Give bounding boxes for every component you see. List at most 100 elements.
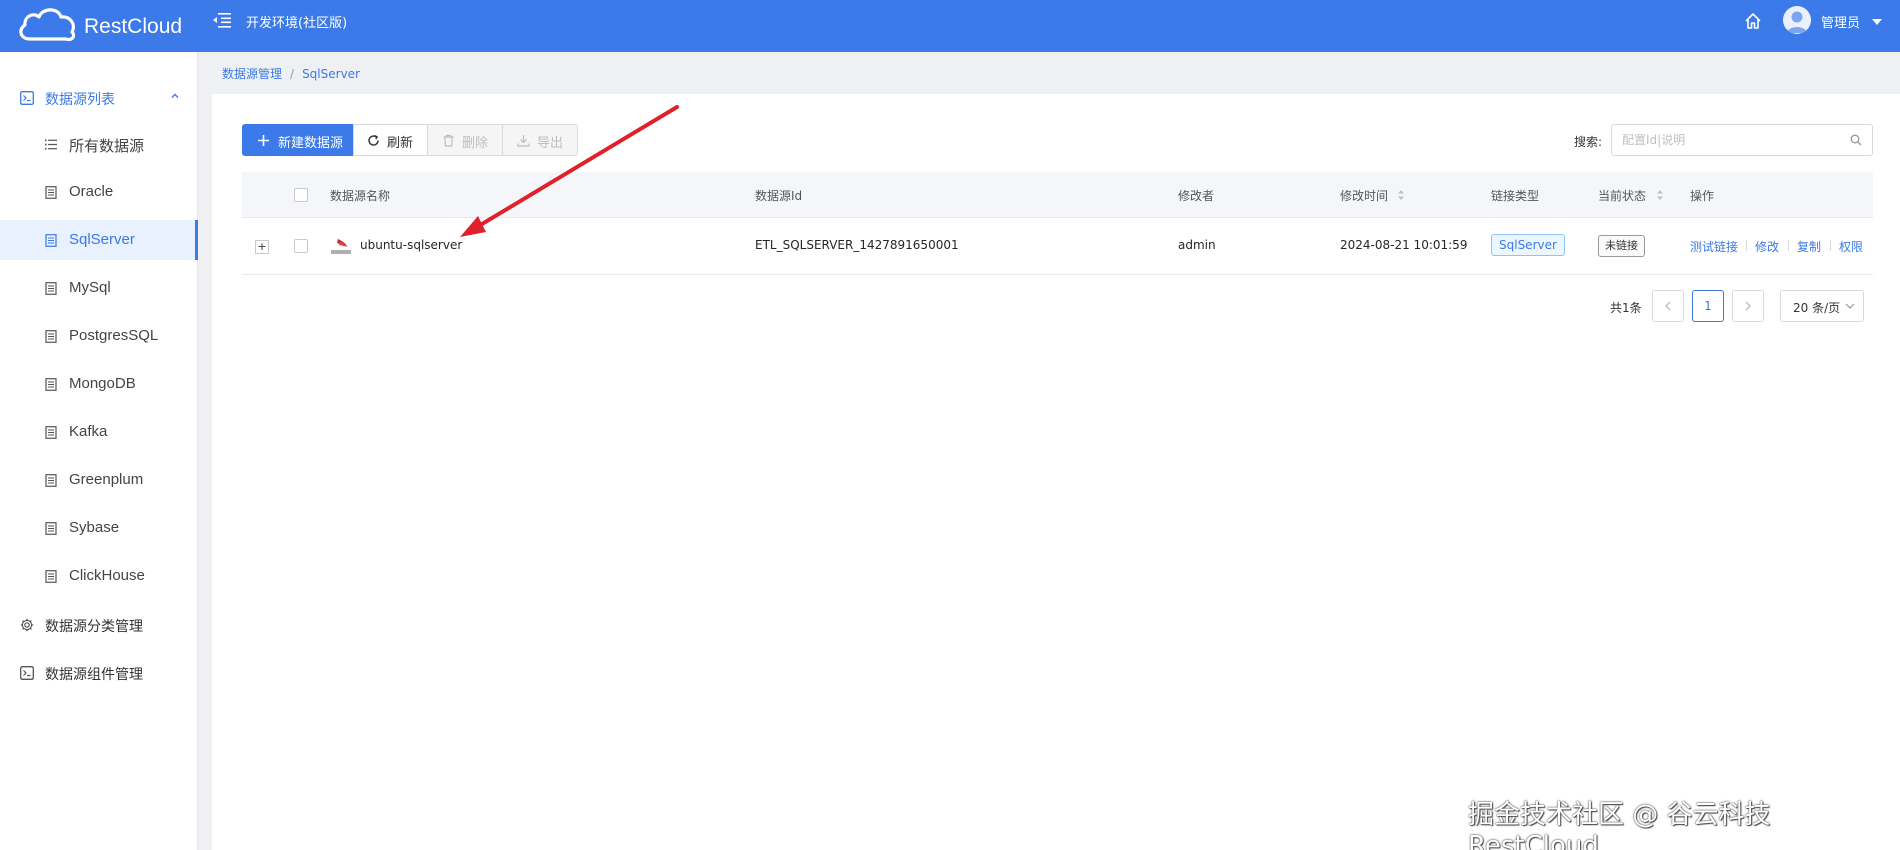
modifier: admin [1178,238,1216,252]
sort-icon[interactable] [1656,188,1664,202]
sidebar-group-label: 数据源组件管理 [45,667,143,683]
column-header-actions: 操作 [1690,189,1715,203]
sidebar-item-kafka[interactable]: Kafka [0,412,198,452]
sidebar-group-datasource-list[interactable]: 数据源列表 [0,77,198,117]
page-size-select[interactable]: 20 条/页 [1780,290,1864,322]
home-icon[interactable] [1743,11,1763,31]
sidebar-item-oracle[interactable]: Oracle [0,172,198,212]
search-box[interactable] [1611,124,1873,156]
sidebar-item-label: PostgresSQL [69,327,159,344]
status-badge: 未链接 [1598,235,1645,257]
gear-icon [20,618,34,632]
doc-icon [45,426,57,439]
next-page-button[interactable] [1732,290,1764,322]
sidebar-item-label: 所有数据源 [69,138,145,155]
prev-page-button[interactable] [1652,290,1684,322]
export-label: 导出 [537,136,564,151]
breadcrumb-separator: / [290,67,295,81]
app-logo[interactable]: RestCloud [16,3,196,47]
sidebar-group-label: 数据源列表 [45,92,115,108]
download-icon [517,135,530,147]
new-datasource-label: 新建数据源 [278,136,344,151]
app-name: RestCloud [84,15,183,38]
column-header-modifier: 修改者 [1178,189,1215,203]
refresh-label: 刷新 [387,136,414,151]
search-input[interactable] [1622,131,1842,149]
doc-icon [45,474,57,487]
doc-icon [45,282,57,295]
column-header-id: 数据源Id [755,189,803,203]
watermark-text: 掘金技术社区 @ 谷云科技RestCloud [1468,800,1771,850]
sidebar-item-label: SqlServer [69,231,135,248]
sidebar-item-clickhouse[interactable]: ClickHouse [0,556,198,596]
sidebar-item-sybase[interactable]: Sybase [0,508,198,548]
caret-down-icon[interactable] [1872,19,1882,25]
expand-row-button[interactable]: + [255,240,269,254]
column-header-link-type: 链接类型 [1491,189,1540,203]
sidebar-item-mysql[interactable]: MySql [0,268,198,308]
sidebar-item-sqlserver[interactable]: SqlServer [0,220,198,260]
datasource-name[interactable]: ubuntu-sqlserver [360,238,462,252]
refresh-icon [368,134,379,146]
delete-button[interactable]: 删除 [427,124,503,156]
sidebar-item-label: Oracle [69,183,114,200]
export-button[interactable]: 导出 [502,124,578,156]
column-header-modified-time[interactable]: 修改时间 [1340,187,1388,204]
chevron-up-icon [171,93,179,98]
breadcrumb: 数据源管理 / SqlServer [222,65,360,82]
doc-icon [45,570,57,583]
doc-icon [45,186,57,199]
action-divider [1746,240,1747,251]
top-bar: RestCloud 开发环境(社区版) 管理员 [0,0,1900,52]
sidebar-item-mongodb[interactable]: MongoDB [0,364,198,404]
test-connection-link[interactable]: 测试链接 [1690,238,1738,255]
refresh-button[interactable]: 刷新 [353,124,428,156]
sidebar-item-postgressql[interactable]: PostgresSQL [0,316,198,356]
breadcrumb-current[interactable]: SqlServer [302,67,360,81]
sidebar-item-label: Kafka [69,423,108,440]
select-all-checkbox[interactable] [294,188,308,202]
chevron-left-icon [1665,301,1671,311]
content-card: 新建数据源 刷新 删除 导出 搜索: 数据源名称 数据源Id 修改者 修改时间 … [212,94,1900,850]
list-icon [45,139,57,150]
plus-icon [258,135,269,146]
row-checkbox[interactable] [294,239,308,253]
search-icon[interactable] [1850,134,1862,146]
avatar[interactable] [1783,6,1811,34]
page-number-button[interactable]: 1 [1692,290,1724,322]
copy-link[interactable]: 复制 [1797,238,1821,255]
user-avatar-icon [1787,11,1807,33]
environment-title[interactable]: 开发环境(社区版) [246,12,347,31]
link-type-badge: SqlServer [1491,234,1565,256]
terminal-icon [20,91,34,105]
modified-time: 2024-08-21 10:01:59 [1340,238,1468,252]
doc-icon [45,234,57,247]
sidebar-item-label: ClickHouse [69,567,145,584]
sidebar-group-component-management[interactable]: 数据源组件管理 [0,652,198,692]
delete-label: 删除 [462,136,489,151]
sidebar-group-category-management[interactable]: 数据源分类管理 [0,604,198,644]
new-datasource-button[interactable]: 新建数据源 [242,124,354,156]
terminal-icon [20,666,34,680]
sidebar-item-greenplum[interactable]: Greenplum [0,460,198,500]
edit-link[interactable]: 修改 [1755,238,1779,255]
column-header-status[interactable]: 当前状态 [1598,187,1646,204]
breadcrumb-root-link[interactable]: 数据源管理 [222,67,282,81]
sqlserver-logo-icon [331,239,351,254]
menu-fold-icon[interactable] [212,11,232,29]
doc-icon [45,330,57,343]
sidebar: 数据源列表 所有数据源 Oracle SqlServer MySql Postg… [0,52,198,850]
doc-icon [45,378,57,391]
datasource-id: ETL_SQLSERVER_1427891650001 [755,238,959,252]
user-name[interactable]: 管理员 [1821,12,1860,31]
action-divider [1788,240,1789,251]
page-size-label: 20 条/页 [1793,301,1841,315]
permission-link[interactable]: 权限 [1839,238,1863,255]
sidebar-item-all-datasources[interactable]: 所有数据源 [0,124,198,164]
action-divider [1830,240,1831,251]
sidebar-item-label: MySql [69,279,111,296]
sort-icon[interactable] [1397,188,1405,202]
doc-icon [45,522,57,535]
column-header-name: 数据源名称 [330,189,391,203]
cloud-logo-icon [19,8,76,42]
